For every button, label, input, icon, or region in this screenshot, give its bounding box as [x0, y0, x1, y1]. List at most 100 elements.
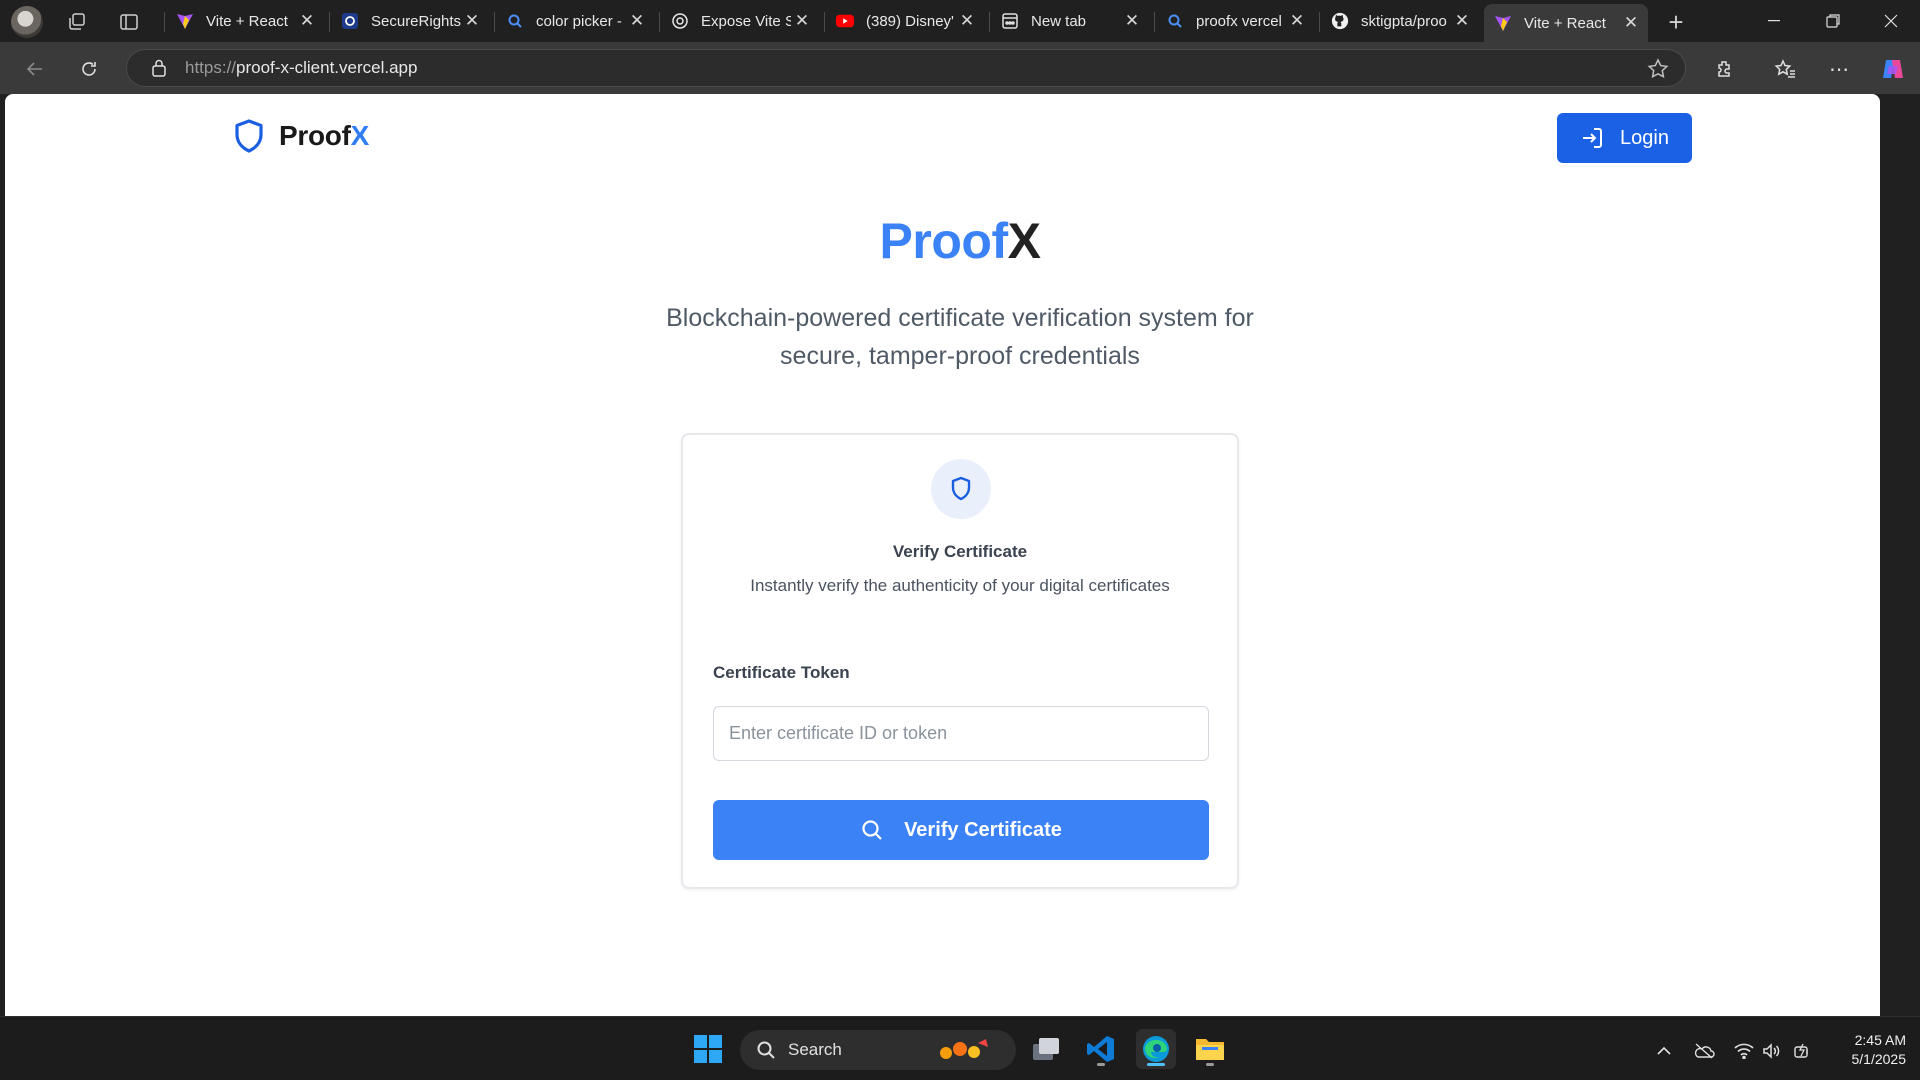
close-tab-icon[interactable]: ✕	[1451, 10, 1473, 32]
close-tab-icon[interactable]: ✕	[1121, 10, 1143, 32]
close-window-icon[interactable]	[1862, 0, 1920, 42]
tab-title: Vite + React	[206, 12, 288, 30]
search-icon	[757, 1041, 775, 1059]
onedrive-offline-icon[interactable]	[1692, 1039, 1716, 1063]
tab-title: SecureRights	[371, 12, 461, 30]
login-icon	[1583, 128, 1603, 148]
tab-title: New tab	[1031, 12, 1087, 30]
running-indicator	[1097, 1063, 1105, 1066]
card-title: Verify Certificate	[892, 542, 1028, 561]
refresh-icon[interactable]	[72, 52, 106, 86]
brand-suffix: X	[350, 120, 370, 151]
volume-icon[interactable]	[1760, 1039, 1784, 1063]
url-scheme: https://	[185, 58, 237, 77]
copilot-icon[interactable]	[1876, 52, 1910, 86]
minimize-icon[interactable]	[1745, 0, 1803, 42]
certificate-token-label: Certificate Token	[713, 663, 850, 682]
favorite-star-icon[interactable]	[1647, 58, 1669, 85]
favorites-icon[interactable]	[1768, 52, 1802, 86]
search-icon	[1166, 12, 1184, 30]
chatgpt-icon	[671, 12, 689, 30]
tab-vite-react-active[interactable]: Vite + React ✕	[1484, 4, 1648, 42]
shield-icon	[235, 119, 263, 153]
clock-time: 2:45 AM	[1854, 1032, 1906, 1048]
tab-title: Expose Vite S	[701, 12, 791, 30]
tab-separator	[329, 12, 330, 32]
shield-icon	[931, 459, 991, 519]
youtube-icon	[836, 12, 854, 30]
vscode-icon[interactable]	[1081, 1029, 1121, 1069]
taskbar-search[interactable]: Search	[740, 1030, 1016, 1070]
window-edge	[1880, 94, 1920, 1016]
address-bar[interactable]: https://proof-x-client.vercel.app	[126, 49, 1686, 87]
brand-logo[interactable]: ProofX	[233, 118, 369, 154]
tab-vite-react-1[interactable]: Vite + React ✕	[166, 4, 324, 38]
search-icon	[506, 12, 524, 30]
task-view-icon[interactable]	[1026, 1029, 1066, 1069]
profile-avatar[interactable]	[11, 6, 43, 38]
verify-button-label: Verify Certificate	[904, 818, 1062, 841]
close-tab-icon[interactable]: ✕	[1620, 12, 1642, 34]
restore-icon[interactable]	[1804, 0, 1862, 42]
tab-separator	[659, 12, 660, 32]
url-text: https://proof-x-client.vercel.app	[185, 58, 417, 78]
running-indicator	[1206, 1063, 1214, 1066]
tab-title: (389) Disney'	[866, 12, 954, 30]
tab-title: Vite + React	[1524, 14, 1606, 32]
tab-separator	[989, 12, 990, 32]
windows-start-icon[interactable]	[688, 1029, 728, 1069]
browser-toolbar: https://proof-x-client.vercel.app ⋯	[0, 42, 1920, 94]
tab-proofx-vercel[interactable]: proofx vercel ✕	[1156, 4, 1314, 38]
file-explorer-icon[interactable]	[1190, 1029, 1230, 1069]
tab-separator	[164, 12, 165, 32]
back-icon[interactable]	[18, 52, 52, 86]
tab-title: proofx vercel	[1196, 12, 1282, 30]
battery-icon[interactable]	[1792, 1039, 1816, 1063]
tab-separator	[1319, 12, 1320, 32]
close-tab-icon[interactable]: ✕	[626, 10, 648, 32]
new-tab-button[interactable]: +	[1660, 6, 1692, 38]
login-label: Login	[1620, 126, 1669, 149]
url-host: proof-x-client.vercel.app	[236, 58, 418, 77]
system-clock[interactable]: 2:45 AM 5/1/2025	[1826, 1031, 1907, 1069]
tab-github-repo[interactable]: sktigpta/proo ✕	[1321, 4, 1479, 38]
login-button[interactable]: Login	[1557, 113, 1692, 163]
taskbar-search-label: Search	[788, 1040, 842, 1059]
tab-title: color picker -	[536, 12, 622, 30]
close-tab-icon[interactable]: ✕	[296, 10, 318, 32]
running-indicator	[1147, 1063, 1165, 1066]
workspaces-icon[interactable]	[61, 6, 93, 38]
close-tab-icon[interactable]: ✕	[956, 10, 978, 32]
clock-date: 5/1/2025	[1851, 1051, 1907, 1067]
tab-new-tab[interactable]: New tab ✕	[991, 4, 1149, 38]
show-hidden-icons-icon[interactable]	[1652, 1039, 1676, 1063]
brand-prefix: Proof	[279, 120, 351, 151]
github-icon	[1331, 12, 1349, 30]
hero-subtitle: Blockchain-powered certificate verificat…	[666, 304, 1254, 370]
close-tab-icon[interactable]: ✕	[1286, 10, 1308, 32]
brand-name: ProofX	[279, 120, 369, 152]
tab-color-picker[interactable]: color picker - ✕	[496, 4, 654, 38]
more-options-icon[interactable]: ⋯	[1822, 52, 1856, 86]
newtab-icon	[1001, 12, 1019, 30]
verify-certificate-button[interactable]: Verify Certificate	[713, 800, 1209, 860]
close-tab-icon[interactable]: ✕	[461, 10, 483, 32]
vite-icon	[176, 12, 194, 30]
tab-title: sktigpta/proo	[1361, 12, 1447, 30]
search-highlight-icon	[940, 1039, 988, 1059]
wifi-icon[interactable]	[1732, 1039, 1756, 1063]
edge-icon[interactable]	[1136, 1029, 1176, 1069]
tab-securerights[interactable]: SecureRights ✕	[331, 4, 489, 38]
securerights-icon	[341, 12, 359, 30]
lock-icon[interactable]	[149, 58, 169, 78]
hero-title: ProofX	[5, 212, 1880, 270]
certificate-token-input[interactable]	[713, 706, 1209, 761]
vertical-tabs-icon[interactable]	[113, 6, 145, 38]
close-tab-icon[interactable]: ✕	[791, 10, 813, 32]
tab-expose-vite[interactable]: Expose Vite S ✕	[661, 4, 819, 38]
extensions-icon[interactable]	[1707, 52, 1741, 86]
tab-youtube-disney[interactable]: (389) Disney' ✕	[826, 4, 984, 38]
tab-separator	[494, 12, 495, 32]
card-description: Instantly verify the authenticity of you…	[750, 576, 1170, 595]
tab-separator	[1154, 12, 1155, 32]
